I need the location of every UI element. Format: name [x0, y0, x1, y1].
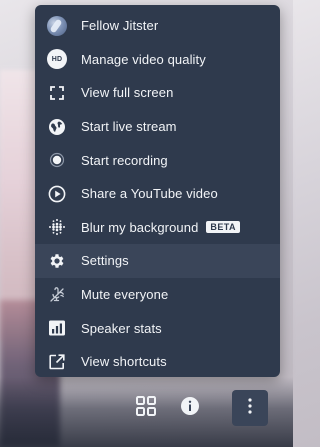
menu-item-view-shortcuts[interactable]: View shortcuts	[35, 345, 280, 379]
menu-item-label: Mute everyone	[81, 287, 169, 303]
info-icon	[180, 396, 200, 421]
overflow-menu: Fellow Jitster HD Manage video quality V…	[35, 5, 280, 377]
globe-icon	[47, 117, 67, 137]
external-link-icon	[47, 352, 67, 372]
menu-item-label: View full screen	[81, 85, 174, 101]
avatar-icon	[47, 15, 67, 36]
hd-icon: HD	[47, 49, 67, 70]
menu-item-label: View shortcuts	[81, 354, 167, 370]
mute-everyone-icon	[47, 285, 67, 305]
record-icon	[47, 150, 67, 170]
gear-icon	[47, 251, 67, 271]
menu-item-label: Start recording	[81, 152, 168, 168]
fullscreen-icon	[47, 83, 67, 103]
menu-item-share-youtube-video[interactable]: Share a YouTube video	[35, 177, 280, 211]
bottom-toolbar	[0, 390, 293, 430]
grid-icon	[135, 395, 157, 422]
vertical-dots-icon	[247, 397, 253, 420]
menu-item-view-full-screen[interactable]: View full screen	[35, 76, 280, 110]
tile-view-button[interactable]	[128, 390, 164, 426]
play-circle-icon	[47, 184, 67, 204]
menu-item-blur-my-background[interactable]: Blur my background BETA	[35, 211, 280, 245]
menu-item-label: Blur my background	[81, 219, 199, 235]
menu-item-start-live-stream[interactable]: Start live stream	[35, 110, 280, 144]
menu-item-label: Start live stream	[81, 119, 177, 135]
menu-item-label: Speaker stats	[81, 320, 162, 336]
menu-item-label: Settings	[81, 253, 129, 269]
blur-dots-icon	[47, 217, 67, 237]
menu-item-label: Share a YouTube video	[81, 186, 218, 202]
menu-item-settings[interactable]: Settings	[35, 244, 280, 278]
menu-item-start-recording[interactable]: Start recording	[35, 143, 280, 177]
menu-item-profile[interactable]: Fellow Jitster	[35, 9, 280, 43]
menu-item-speaker-stats[interactable]: Speaker stats	[35, 311, 280, 345]
menu-item-manage-video-quality[interactable]: HD Manage video quality	[35, 43, 280, 77]
info-button[interactable]	[172, 390, 208, 426]
speaker-stats-icon	[47, 318, 67, 338]
menu-item-label: Manage video quality	[81, 51, 206, 67]
menu-item-mute-everyone[interactable]: Mute everyone	[35, 278, 280, 312]
beta-badge: BETA	[206, 221, 240, 234]
menu-item-label: Fellow Jitster	[81, 18, 159, 34]
more-options-button[interactable]	[232, 390, 268, 426]
